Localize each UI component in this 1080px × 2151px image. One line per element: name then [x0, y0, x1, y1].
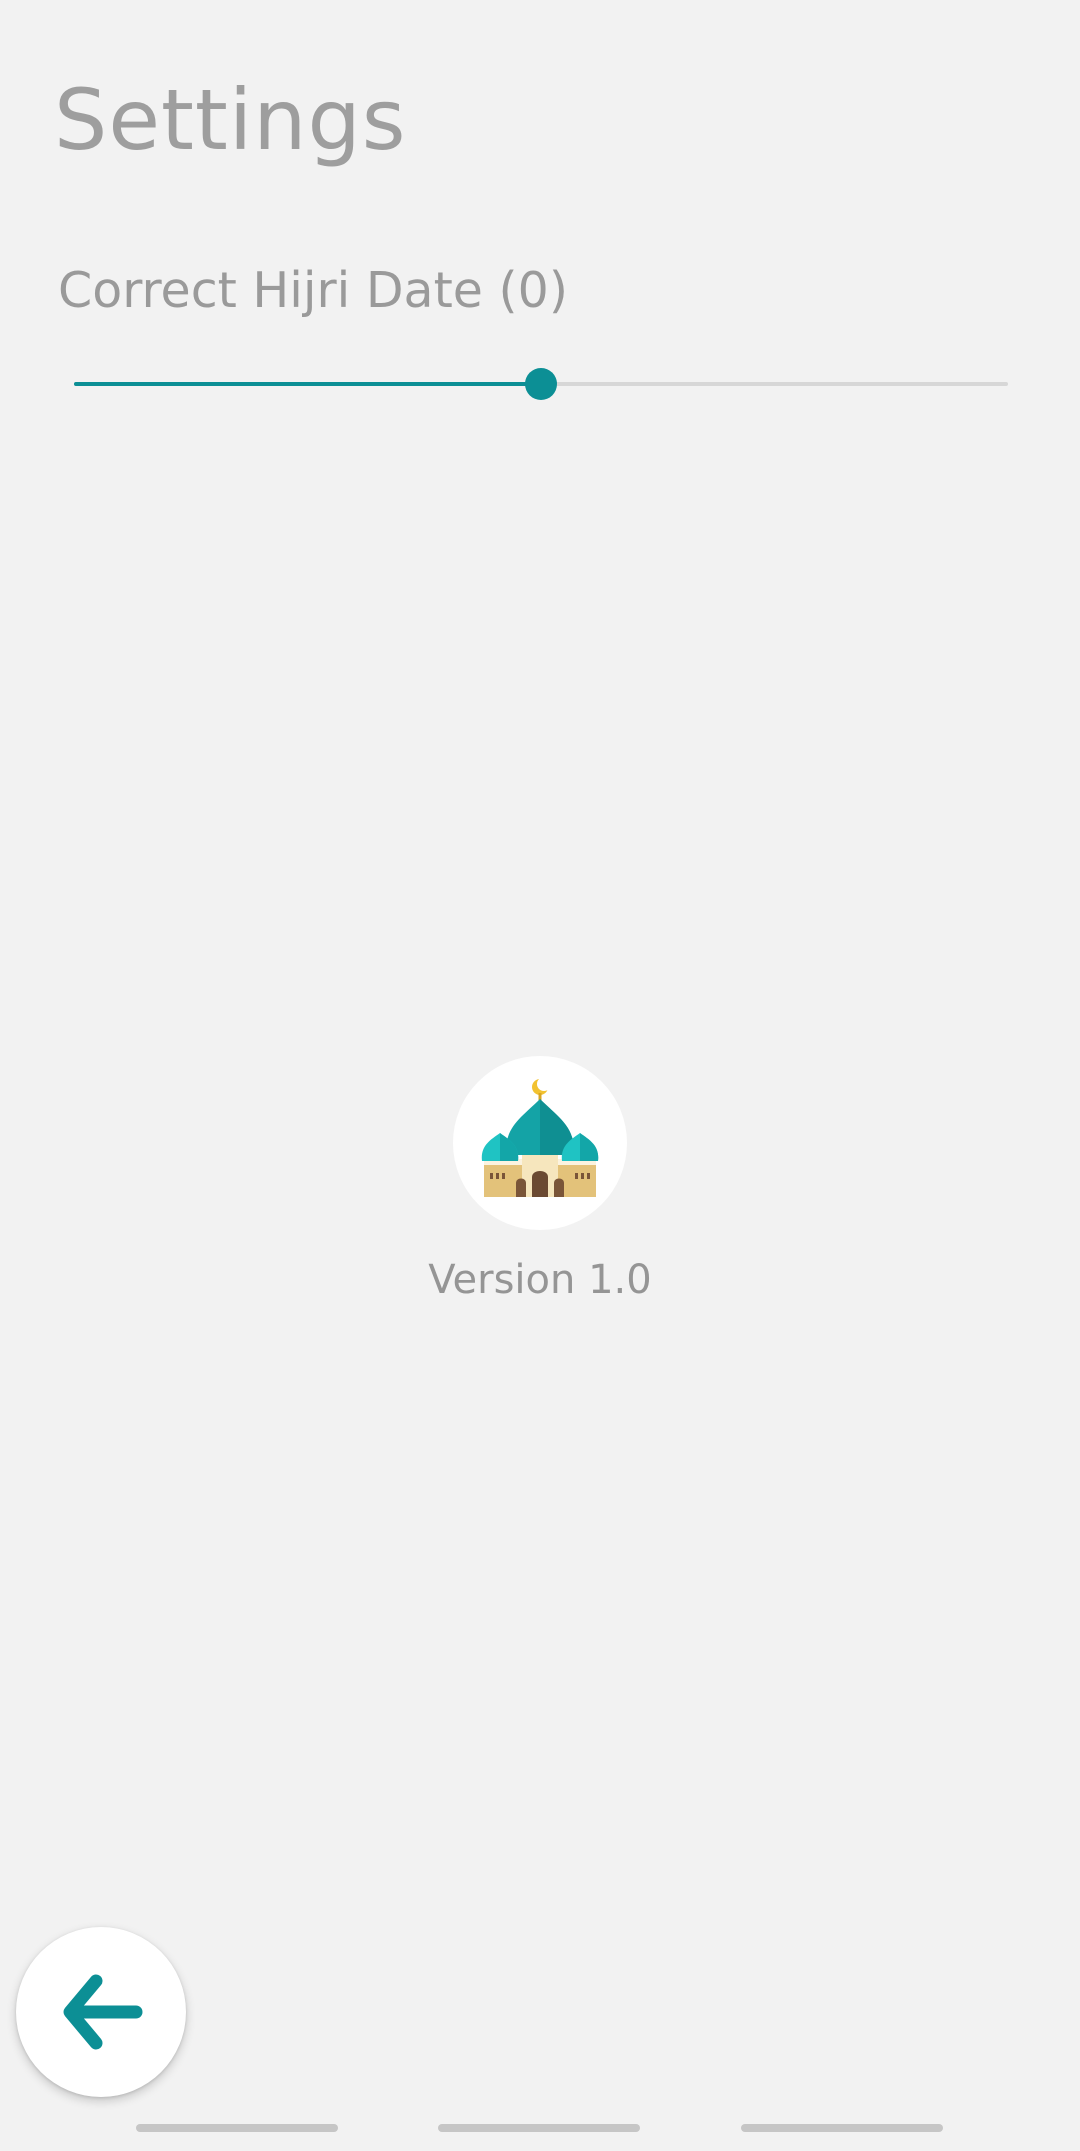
app-logo [453, 1056, 627, 1230]
back-button[interactable] [16, 1927, 186, 2097]
slider-thumb[interactable] [525, 368, 557, 400]
version-text: Version 1.0 [428, 1257, 652, 1303]
hijri-correction-slider[interactable] [74, 360, 1008, 408]
page-title: Settings [54, 71, 407, 169]
mosque-icon [481, 1077, 599, 1197]
arrow-left-icon [63, 1974, 143, 2050]
nav-handle-left[interactable] [136, 2124, 338, 2132]
nav-handle-right[interactable] [741, 2124, 943, 2132]
slider-fill [74, 382, 541, 386]
system-nav-bar [0, 2124, 1080, 2138]
nav-handle-center[interactable] [438, 2124, 640, 2132]
hijri-correction-label: Correct Hijri Date (0) [58, 262, 568, 319]
